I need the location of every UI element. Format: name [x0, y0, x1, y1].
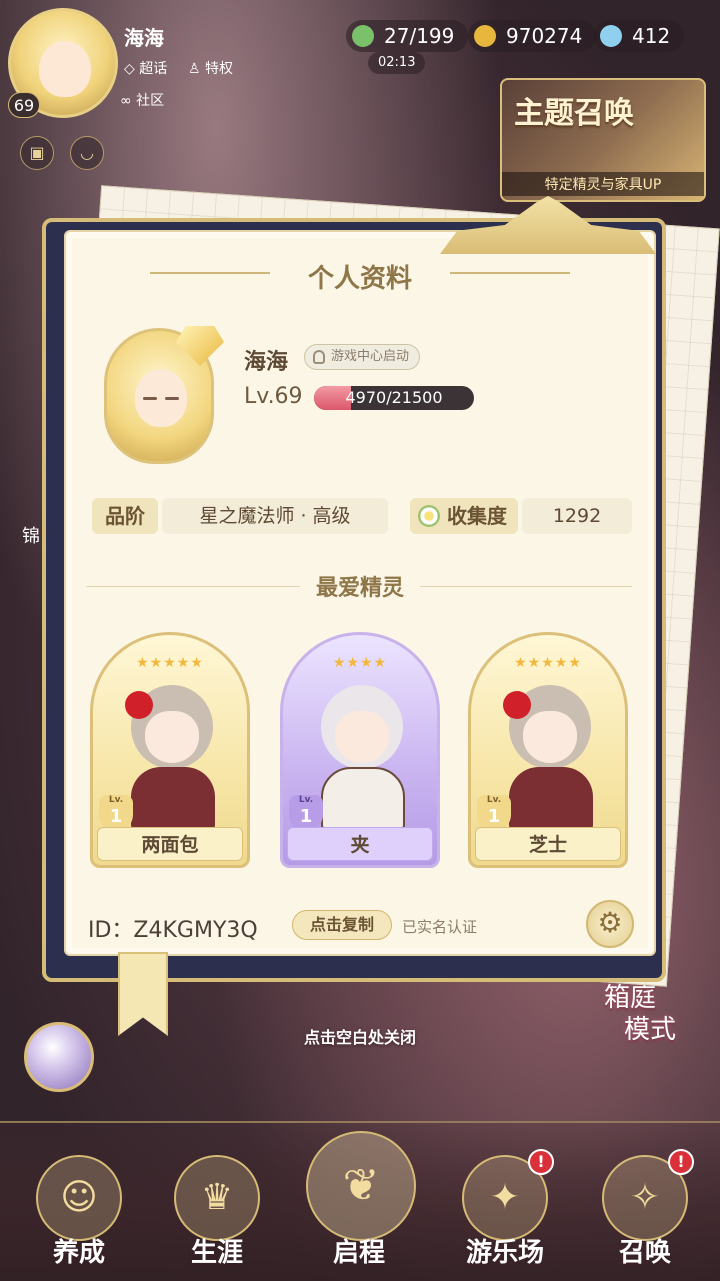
spirit-level-value: 1 — [299, 806, 313, 827]
nav-develop[interactable]: ☺ 养成 — [14, 1123, 144, 1281]
spirit-face — [145, 711, 199, 763]
super-topic-label: 超话 — [139, 61, 168, 77]
book-butterfly-icon: ❦ — [306, 1131, 416, 1241]
crown-icon: ♛ — [174, 1155, 260, 1241]
spirit-name: 芝士 — [475, 827, 621, 861]
spirit-level-badge: Lv. 1 — [289, 795, 323, 831]
banner-title: 主题召唤 — [514, 96, 634, 131]
clover-count: 27/199 — [384, 24, 455, 48]
flower-icon — [418, 505, 440, 527]
theme-summon-banner[interactable]: 主题召唤 特定精灵与家具UP — [500, 78, 706, 202]
spirit-level-value: 1 — [487, 806, 501, 827]
spirit-face — [335, 711, 389, 763]
nav-start[interactable]: ❦ 启程 — [294, 1123, 424, 1281]
nav-playground-label: 游乐场 — [465, 1238, 544, 1268]
community-label: 社区 — [136, 93, 165, 109]
rank-value: 星之魔法师 · 高级 — [162, 498, 388, 534]
favorite-spirit-3[interactable]: ★★★★★ Lv. 1 芝士 — [468, 632, 628, 868]
eye-left — [143, 397, 157, 400]
spirit-portrait — [321, 685, 403, 769]
collection-label: 收集度 — [410, 498, 518, 534]
profile-title: 个人资料 — [307, 264, 412, 294]
spirit-level-caption: Lv. — [108, 795, 124, 805]
nav-develop-label: 养成 — [52, 1238, 105, 1268]
player-id: ID：Z4KGMY3Q — [88, 918, 258, 943]
spirit-name: 夹 — [287, 827, 433, 861]
girl-portrait-icon: ☺ — [36, 1155, 122, 1241]
hand-icon — [313, 350, 325, 364]
gear-icon[interactable]: ⚙ — [586, 900, 634, 948]
profile-level: Lv.69 — [244, 384, 303, 409]
xp-bar: 4970/21500 — [314, 386, 474, 410]
favorites-title: 最爱精灵 — [0, 570, 720, 602]
home-mode-button[interactable]: 箱庭 模式 — [570, 982, 690, 1062]
nav-summon[interactable]: ✧ ! 召唤 — [580, 1123, 710, 1281]
gold-coin-icon — [474, 25, 496, 47]
favorite-spirit-2[interactable]: ★★★★ Lv. 1 夹 — [280, 632, 440, 868]
game-center-label: 游戏中心启动 — [331, 349, 410, 364]
camera-icon[interactable]: ▣ — [20, 136, 54, 170]
collection-value: 1292 — [522, 498, 632, 534]
nav-summon-label: 召唤 — [618, 1238, 671, 1268]
gold-resource[interactable]: 970274 — [468, 20, 597, 52]
spirit-level-caption: Lv. — [298, 795, 314, 805]
spirit-level-badge: Lv. 1 — [99, 795, 133, 831]
nav-playground[interactable]: ✦ ! 游乐场 — [440, 1123, 570, 1281]
verified-status: 已实名认证 — [402, 918, 478, 936]
crystal-icon — [600, 25, 622, 47]
mask-icon[interactable]: ◡ — [70, 136, 104, 170]
spirit-name: 两面包 — [97, 827, 243, 861]
privilege-label: 特权 — [205, 61, 234, 77]
favorite-spirit-1[interactable]: ★★★★★ Lv. 1 两面包 — [90, 632, 250, 868]
spirit-face — [523, 711, 577, 763]
nav-career-label: 生涯 — [190, 1238, 243, 1268]
clover-icon — [352, 25, 374, 47]
clover-timer: 02:13 — [368, 52, 426, 74]
player-name: 海海 — [124, 26, 164, 50]
super-topic-link[interactable]: ◇ 超话 — [124, 58, 167, 78]
red-flower-icon — [503, 691, 531, 719]
home-mode-line1: 箱庭 — [603, 983, 656, 1013]
favorites-title-text: 最爱精灵 — [299, 576, 420, 601]
side-left-label[interactable]: 锦 — [22, 522, 40, 548]
copy-id-button[interactable]: 点击复制 — [292, 910, 392, 940]
nav-start-label: 启程 — [332, 1238, 385, 1268]
clover-resource[interactable]: 27/199 — [346, 20, 469, 52]
eye-right — [165, 397, 179, 400]
notification-badge: ! — [668, 1149, 694, 1175]
spirit-body — [131, 767, 215, 831]
avatar-face — [39, 41, 91, 97]
close-hint: 点击空白处关闭 — [303, 1028, 416, 1047]
spirit-stars: ★★★★★ — [136, 655, 204, 671]
spirit-body — [509, 767, 593, 831]
crystal-resource[interactable]: 412 — [594, 20, 685, 52]
red-flower-icon — [125, 691, 153, 719]
spirit-stars: ★★★★ — [332, 655, 388, 671]
rank-label: 品阶 — [92, 498, 158, 534]
game-center-badge[interactable]: 游戏中心启动 — [304, 344, 421, 370]
spirit-level-value: 1 — [109, 806, 123, 827]
collection-label-text: 收集度 — [447, 504, 507, 528]
spirit-level-caption: Lv. — [486, 795, 502, 805]
notification-badge: ! — [528, 1149, 554, 1175]
crystal-count: 412 — [632, 24, 671, 48]
privilege-link[interactable]: ♙ 特权 — [188, 58, 233, 78]
nav-career[interactable]: ♛ 生涯 — [152, 1123, 282, 1281]
community-link[interactable]: ∞ 社区 — [120, 90, 164, 110]
profile-avatar-face — [135, 369, 187, 427]
bottom-nav: ☺ 养成 ♛ 生涯 ❦ 启程 ✦ ! 游乐场 ✧ ! 召唤 — [0, 1121, 720, 1281]
spirit-stars: ★★★★★ — [514, 655, 582, 671]
banner-subtitle: 特定精灵与家具UP — [502, 172, 704, 196]
profile-name: 海海 — [244, 350, 289, 375]
gold-count: 970274 — [506, 24, 583, 48]
spirit-body — [321, 767, 405, 831]
spirit-level-badge: Lv. 1 — [477, 795, 511, 831]
player-level-badge: 69 — [8, 92, 40, 118]
xp-text: 4970/21500 — [345, 388, 443, 407]
